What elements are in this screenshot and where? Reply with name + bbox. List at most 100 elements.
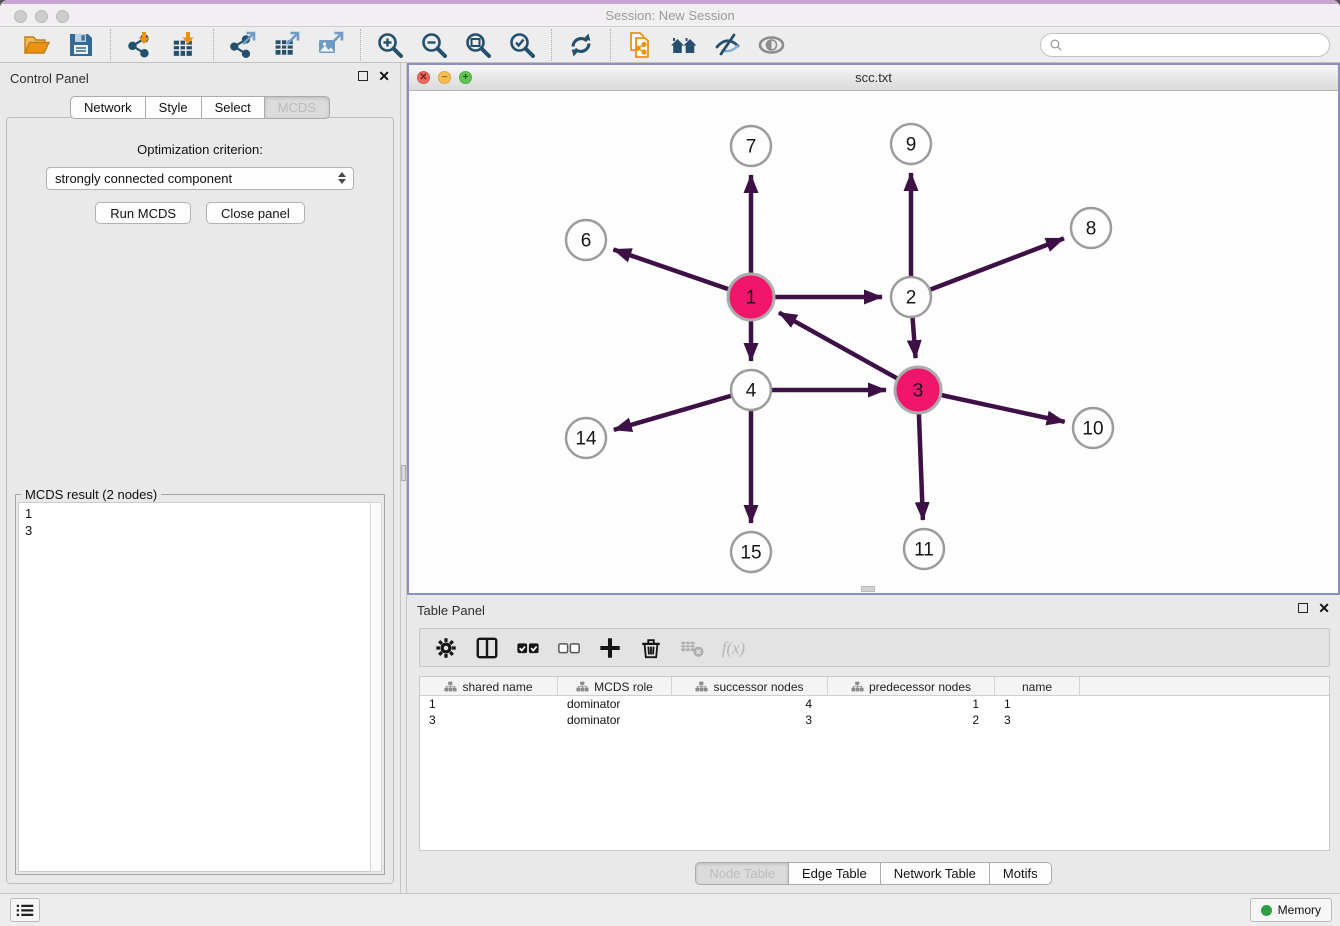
import-network-icon[interactable] <box>126 31 154 59</box>
table-settings-gear-icon[interactable] <box>434 636 458 660</box>
network-graph: 1234678910111415 <box>409 91 1338 594</box>
cell-name[interactable]: 1 <box>995 696 1080 712</box>
graph-node-label-6: 6 <box>581 231 592 252</box>
control-panel: Control Panel ✕ NetworkStyleSelectMCDS O… <box>0 63 400 893</box>
window-title: Session: New Session <box>0 8 1340 23</box>
table-row[interactable]: 1dominator411 <box>420 696 1329 712</box>
optimization-criterion-select[interactable]: strongly connected component <box>46 167 354 190</box>
close-panel-icon[interactable]: ✕ <box>378 71 390 81</box>
column-header-predecessor-nodes[interactable]: predecessor nodes <box>828 677 995 696</box>
tab-mcds[interactable]: MCDS <box>265 96 330 119</box>
cell-successor-nodes[interactable]: 3 <box>672 712 828 728</box>
select-spinner-icon <box>338 172 346 184</box>
app-window: Session: New Session Control Panel ✕ Net… <box>0 0 1340 926</box>
delete-columns-icon[interactable] <box>639 636 663 660</box>
status-bar: Memory <box>0 893 1340 926</box>
control-panel-title: Control Panel <box>10 71 89 86</box>
select-all-columns-icon[interactable] <box>516 636 540 660</box>
graph-node-label-11: 11 <box>914 540 934 561</box>
search-field[interactable] <box>1040 33 1330 57</box>
control-panel-header: Control Panel ✕ <box>0 63 400 91</box>
column-header-shared-name[interactable]: shared name <box>420 677 558 696</box>
choose-columns-icon[interactable] <box>475 636 499 660</box>
column-header-successor-nodes[interactable]: successor nodes <box>672 677 828 696</box>
mcds-result-scrollbar[interactable] <box>370 502 382 872</box>
list-icon <box>16 902 34 918</box>
column-label: predecessor nodes <box>869 680 971 694</box>
open-session-icon[interactable] <box>23 31 51 59</box>
tab-motifs[interactable]: Motifs <box>990 862 1052 885</box>
close-table-panel-icon[interactable]: ✕ <box>1318 603 1330 613</box>
save-session-icon[interactable] <box>67 31 95 59</box>
show-all-eye-icon[interactable] <box>758 31 786 59</box>
home-icon[interactable] <box>670 31 698 59</box>
export-table-icon[interactable] <box>273 31 301 59</box>
hide-selected-eye-icon[interactable] <box>714 31 742 59</box>
tab-edge-table[interactable]: Edge Table <box>789 862 881 885</box>
memory-button[interactable]: Memory <box>1250 898 1332 922</box>
column-header-MCDS-role[interactable]: MCDS role <box>558 677 672 696</box>
zoom-in-icon[interactable] <box>376 31 404 59</box>
graph-edge-2-8[interactable] <box>911 238 1064 297</box>
run-mcds-button[interactable]: Run MCDS <box>95 202 191 224</box>
network-view-title: scc.txt <box>409 70 1338 85</box>
table-panel-title: Table Panel <box>417 603 485 618</box>
window-titlebar: Session: New Session <box>0 0 1340 27</box>
cell-successor-nodes[interactable]: 4 <box>672 696 828 712</box>
add-column-icon[interactable] <box>598 636 622 660</box>
tab-style[interactable]: Style <box>146 96 202 119</box>
cell-shared-name[interactable]: 1 <box>420 696 558 712</box>
tab-network[interactable]: Network <box>70 96 146 119</box>
graph-edge-4-14[interactable] <box>614 390 751 430</box>
refresh-icon[interactable] <box>567 31 595 59</box>
node-table-header: shared name MCDS role successor nodes prede… <box>420 677 1329 696</box>
graph-node-label-3: 3 <box>913 381 924 402</box>
graph-node-label-4: 4 <box>746 381 757 402</box>
main-toolbar <box>0 27 1340 63</box>
cell-MCDS-role[interactable]: dominator <box>558 696 672 712</box>
task-history-button[interactable] <box>10 898 40 922</box>
cell-predecessor-nodes[interactable]: 2 <box>828 712 995 728</box>
graph-node-label-7: 7 <box>746 137 757 158</box>
hierarchy-icon <box>444 681 457 692</box>
mcds-result-list[interactable]: 13 <box>18 502 370 872</box>
graph-node-label-8: 8 <box>1086 219 1097 240</box>
float-table-panel-icon[interactable] <box>1298 603 1308 613</box>
memory-label: Memory <box>1278 903 1321 917</box>
tab-select[interactable]: Select <box>202 96 265 119</box>
clone-network-icon[interactable] <box>626 31 654 59</box>
network-canvas[interactable]: 1234678910111415 <box>409 91 1338 593</box>
tab-network-table[interactable]: Network Table <box>881 862 990 885</box>
tab-node-table[interactable]: Node Table <box>695 862 789 885</box>
export-image-icon[interactable] <box>317 31 345 59</box>
zoom-fit-icon[interactable] <box>464 31 492 59</box>
mcds-result-item[interactable]: 3 <box>25 522 370 539</box>
export-network-icon[interactable] <box>229 31 257 59</box>
cell-MCDS-role[interactable]: dominator <box>558 712 672 728</box>
vertical-splitter[interactable] <box>400 63 407 893</box>
mcds-result-item[interactable]: 1 <box>25 505 370 522</box>
zoom-out-icon[interactable] <box>420 31 448 59</box>
table-row[interactable]: 3dominator323 <box>420 712 1329 728</box>
zoom-selected-icon[interactable] <box>508 31 536 59</box>
import-table-icon[interactable] <box>170 31 198 59</box>
search-input[interactable] <box>1068 38 1321 52</box>
column-label: MCDS role <box>594 680 653 694</box>
memory-status-dot <box>1261 905 1272 916</box>
control-panel-tabs: NetworkStyleSelectMCDS <box>0 96 400 119</box>
toolbar-group <box>8 31 110 59</box>
close-panel-button[interactable]: Close panel <box>206 202 305 224</box>
graph-node-label-10: 10 <box>1082 419 1103 440</box>
cell-name[interactable]: 3 <box>995 712 1080 728</box>
optimization-criterion-label: Optimization criterion: <box>7 142 393 157</box>
node-table[interactable]: shared name MCDS role successor nodes prede… <box>419 676 1330 851</box>
float-panel-icon[interactable] <box>358 71 368 81</box>
unselect-all-columns-icon[interactable] <box>557 636 581 660</box>
graph-node-label-14: 14 <box>575 429 597 450</box>
cell-shared-name[interactable]: 3 <box>420 712 558 728</box>
splitter-handle[interactable] <box>401 465 406 481</box>
column-header-name[interactable]: name <box>995 677 1080 696</box>
criterion-selected-value: strongly connected component <box>55 171 232 186</box>
cell-predecessor-nodes[interactable]: 1 <box>828 696 995 712</box>
canvas-hscroll-thumb[interactable] <box>861 586 875 592</box>
